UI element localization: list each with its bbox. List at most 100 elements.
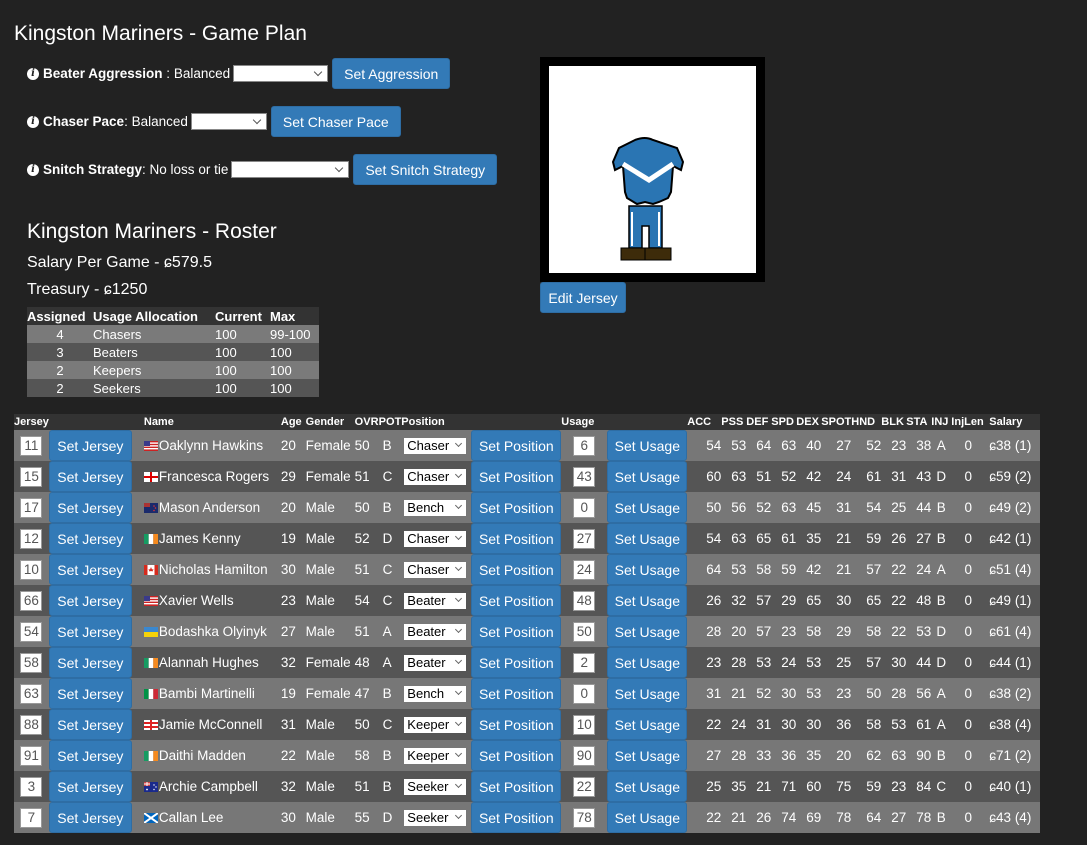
set-position-button[interactable]: Set Position [471,616,562,647]
set-jersey-button[interactable]: Set Jersey [48,802,132,833]
set-usage-button[interactable]: Set Usage [607,616,688,647]
set-usage-button[interactable]: Set Usage [607,771,688,802]
set-jersey-button[interactable]: Set Jersey [48,709,132,740]
jersey-number-input[interactable]: 63 [20,683,43,704]
set-snitch-strategy-button[interactable]: Set Snitch Strategy [353,154,498,185]
usage-input[interactable]: 6 [573,435,596,456]
set-usage-button[interactable]: Set Usage [607,740,688,771]
set-jersey-button[interactable]: Set Jersey [48,430,132,461]
set-jersey-button[interactable]: Set Jersey [48,647,132,678]
set-usage-button[interactable]: Set Usage [607,492,688,523]
jersey-number-input[interactable]: 12 [20,528,43,549]
jersey-number-input[interactable]: 54 [20,621,43,642]
player-name[interactable]: Archie Campbell [159,779,258,794]
usage-input[interactable]: 0 [573,497,596,518]
position-select[interactable]: Beater [404,592,467,609]
set-usage-button[interactable]: Set Usage [607,430,688,461]
usage-input[interactable]: 90 [573,745,596,766]
position-select[interactable]: Keeper [404,747,467,764]
position-select[interactable]: Keeper [404,716,467,733]
position-select[interactable]: Seeker [404,809,467,826]
player-name[interactable]: Callan Lee [159,810,224,825]
set-jersey-button[interactable]: Set Jersey [48,616,132,647]
position-select[interactable]: Chaser [404,468,467,485]
edit-jersey-button[interactable]: Edit Jersey [540,282,626,313]
player-name[interactable]: James Kenny [159,531,241,546]
set-position-button[interactable]: Set Position [471,771,562,802]
player-name[interactable]: Daithi Madden [159,748,246,763]
position-select[interactable]: Beater [404,623,467,640]
snitch-strategy-select[interactable] [231,161,350,178]
set-position-button[interactable]: Set Position [471,430,562,461]
set-usage-button[interactable]: Set Usage [607,461,688,492]
position-select[interactable]: Chaser [404,561,467,578]
usage-input[interactable]: 2 [573,652,596,673]
jersey-number-input[interactable]: 58 [20,652,43,673]
player-name[interactable]: Jamie McConnell [159,717,263,732]
position-select[interactable]: Seeker [404,778,467,795]
player-name[interactable]: Francesca Rogers [159,469,269,484]
set-position-button[interactable]: Set Position [471,554,562,585]
usage-input[interactable]: 22 [573,776,596,797]
set-usage-button[interactable]: Set Usage [607,554,688,585]
player-name[interactable]: Alannah Hughes [159,655,259,670]
player-name[interactable]: Bodashka Olyinyk [159,624,267,639]
set-usage-button[interactable]: Set Usage [607,523,688,554]
set-position-button[interactable]: Set Position [471,585,562,616]
jersey-number-input[interactable]: 3 [20,776,43,797]
usage-input[interactable]: 43 [573,466,596,487]
usage-input[interactable]: 0 [573,683,596,704]
set-jersey-button[interactable]: Set Jersey [48,492,132,523]
jersey-number-input[interactable]: 7 [20,807,43,828]
usage-input[interactable]: 48 [573,590,596,611]
info-icon[interactable]: i [27,163,39,176]
set-position-button[interactable]: Set Position [471,678,562,709]
usage-input[interactable]: 27 [573,528,596,549]
chaser-pace-select[interactable] [190,113,267,130]
info-icon[interactable]: i [27,67,39,80]
jersey-number-input[interactable]: 66 [20,590,43,611]
set-position-button[interactable]: Set Position [471,523,562,554]
set-aggression-button[interactable]: Set Aggression [332,58,451,89]
position-select[interactable]: Bench [404,685,467,702]
jersey-number-input[interactable]: 88 [20,714,43,735]
set-usage-button[interactable]: Set Usage [607,647,688,678]
usage-input[interactable]: 10 [573,714,596,735]
jersey-number-input[interactable]: 10 [20,559,43,580]
position-select[interactable]: Chaser [404,530,467,547]
position-select[interactable]: Chaser [404,437,467,454]
set-jersey-button[interactable]: Set Jersey [48,678,132,709]
position-select[interactable]: Bench [404,499,467,516]
player-name[interactable]: Oaklynn Hawkins [159,438,263,453]
info-icon[interactable]: i [27,115,39,128]
set-jersey-button[interactable]: Set Jersey [48,461,132,492]
set-usage-button[interactable]: Set Usage [607,585,688,616]
jersey-number-input[interactable]: 11 [20,435,43,456]
usage-input[interactable]: 50 [573,621,596,642]
set-position-button[interactable]: Set Position [471,647,562,678]
jersey-number-input[interactable]: 15 [20,466,43,487]
set-usage-button[interactable]: Set Usage [607,678,688,709]
position-select[interactable]: Beater [404,654,467,671]
set-position-button[interactable]: Set Position [471,740,562,771]
set-jersey-button[interactable]: Set Jersey [48,523,132,554]
player-name[interactable]: Nicholas Hamilton [159,562,268,577]
set-jersey-button[interactable]: Set Jersey [48,771,132,802]
set-position-button[interactable]: Set Position [471,461,562,492]
set-jersey-button[interactable]: Set Jersey [48,740,132,771]
set-jersey-button[interactable]: Set Jersey [48,554,132,585]
usage-input[interactable]: 78 [573,807,596,828]
set-chaser-pace-button[interactable]: Set Chaser Pace [270,106,401,137]
usage-input[interactable]: 24 [573,559,596,580]
set-position-button[interactable]: Set Position [471,709,562,740]
player-name[interactable]: Bambi Martinelli [159,686,255,701]
set-position-button[interactable]: Set Position [471,802,562,833]
player-name[interactable]: Mason Anderson [159,500,260,515]
set-usage-button[interactable]: Set Usage [607,802,688,833]
jersey-number-input[interactable]: 17 [20,497,43,518]
player-name[interactable]: Xavier Wells [159,593,234,608]
jersey-number-input[interactable]: 91 [20,745,43,766]
set-jersey-button[interactable]: Set Jersey [48,585,132,616]
set-position-button[interactable]: Set Position [471,492,562,523]
beater-aggression-select[interactable] [233,65,329,82]
